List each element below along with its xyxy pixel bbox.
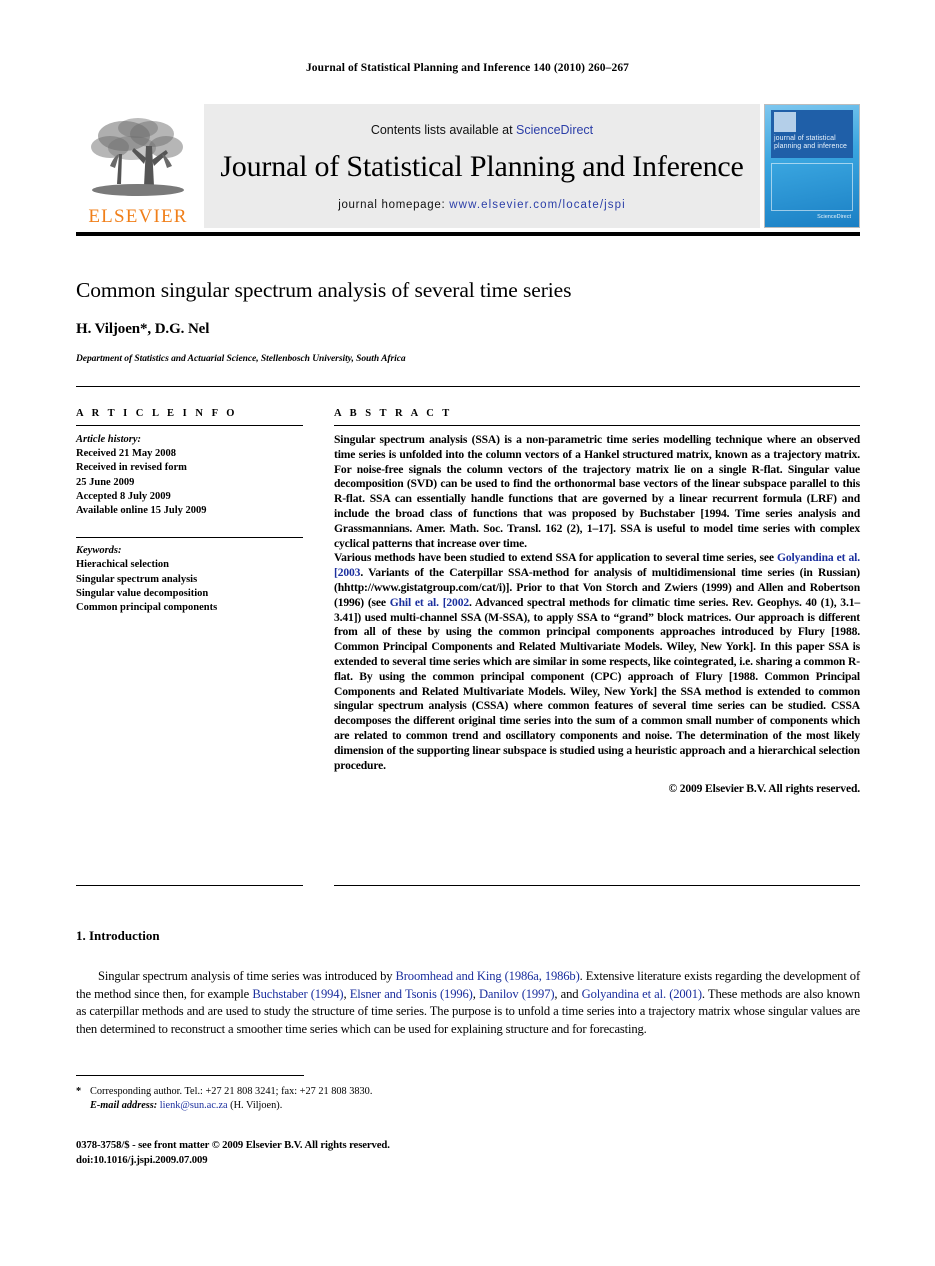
citation-broomhead-king[interactable]: Broomhead and King (1986a, 1986b) (396, 969, 580, 983)
column-gap (303, 408, 334, 797)
abstract-paragraph-1: Singular spectrum analysis (SSA) is a no… (334, 433, 860, 550)
email-address-label: E-mail address: (90, 1100, 158, 1111)
abstract-rule (334, 425, 860, 426)
info-abstract-columns: A R T I C L E I N F O Article history: R… (76, 408, 860, 797)
introduction-paragraph: Singular spectrum analysis of time serie… (76, 968, 860, 1038)
citation-golyandina-2001[interactable]: Golyandina et al. (2001) (582, 987, 702, 1001)
citation-ghil-2002[interactable]: Ghil et al. [2002 (390, 596, 469, 609)
cover-journal-name: journal of statistical planning and infe… (774, 135, 848, 150)
citation-elsner-tsonis-1996[interactable]: Elsner and Tsonis (1996) (350, 987, 473, 1001)
footnote-star-marker: * (76, 1086, 82, 1097)
keyword-item: Common principal components (76, 602, 218, 614)
history-line: Accepted 8 July 2009 (76, 490, 171, 502)
citation-buchstaber-1994[interactable]: Buchstaber (1994) (252, 987, 343, 1001)
author-list: H. Viljoen*, D.G. Nel (76, 320, 210, 337)
journal-homepage-line: journal homepage: www.elsevier.com/locat… (338, 199, 626, 211)
journal-cover-thumbnail: journal of statistical planning and infe… (764, 104, 860, 228)
journal-title: Journal of Statistical Planning and Infe… (220, 150, 744, 183)
introduction-heading: 1. Introduction (76, 928, 160, 943)
cover-sciencedirect-badge: ScienceDirect (817, 214, 851, 220)
contents-prefix: Contents lists available at (370, 123, 517, 137)
paper-page: Journal of Statistical Planning and Infe… (0, 0, 935, 1266)
abstract-p2-c: . Advanced spectral methods for climatic… (334, 595, 860, 772)
keyword-item: Singular value decomposition (76, 587, 209, 599)
abstract-bottom-rule (334, 885, 860, 886)
email-owner: (H. Viljoen). (227, 1100, 283, 1111)
journal-masthead: ELSEVIER Contents lists available at Sci… (76, 104, 860, 228)
abstract-p2-a: Various methods have been studied to ext… (334, 551, 778, 565)
homepage-prefix: journal homepage: (338, 199, 450, 211)
keywords-label: Keywords: (76, 545, 122, 557)
elsevier-tree-icon (91, 118, 184, 196)
imprint-block: 0378-3758/$ - see front matter © 2009 El… (76, 1138, 390, 1167)
article-history-label: Article history: (76, 434, 142, 445)
history-line: Received in revised form (76, 462, 187, 474)
issn-copyright-line: 0378-3758/$ - see front matter © 2009 El… (76, 1139, 390, 1151)
corresponding-author-note: * Corresponding author. Tel.: +27 21 808… (76, 1085, 676, 1099)
email-note: E-mail address: lienk@sun.ac.za (H. Vilj… (76, 1099, 676, 1113)
intro-text-5: , and (554, 986, 582, 1001)
page-title: Common singular spectrum analysis of sev… (76, 278, 572, 302)
keyword-item: Singular spectrum analysis (76, 573, 198, 585)
abstract-section-top-rule (76, 386, 860, 387)
affiliation: Department of Statistics and Actuarial S… (76, 353, 406, 364)
article-info-heading: A R T I C L E I N F O (76, 408, 238, 419)
sciencedirect-link[interactable]: ScienceDirect (516, 123, 593, 137)
keyword-item: Hierachical selection (76, 559, 170, 571)
article-info-rule (76, 425, 303, 426)
history-line: 25 June 2009 (76, 476, 135, 488)
cover-elsevier-icon (774, 112, 796, 132)
doi-line: doi:10.1016/j.jspi.2009.07.009 (76, 1153, 208, 1166)
email-link[interactable]: lienk@sun.ac.za (160, 1100, 228, 1111)
abstract-column: A B S T R A C T Singular spectrum analys… (334, 408, 860, 797)
contents-available-line: Contents lists available at ScienceDirec… (371, 123, 593, 137)
history-line: Available online 15 July 2009 (76, 505, 207, 517)
footnotes: * Corresponding author. Tel.: +27 21 808… (76, 1085, 676, 1113)
intro-text-1: Singular spectrum analysis of time serie… (98, 969, 396, 983)
abstract-paragraph-2: Various methods have been studied to ext… (334, 551, 860, 773)
masthead-bottom-rule (76, 232, 860, 236)
running-head: Journal of Statistical Planning and Infe… (305, 62, 630, 74)
journal-homepage-link[interactable]: www.elsevier.com/locate/jspi (449, 199, 626, 211)
abstract-heading: A B S T R A C T (334, 408, 453, 419)
introduction-section: 1. Introduction Singular spectrum analys… (76, 928, 860, 1038)
abstract-copyright: © 2009 Elsevier B.V. All rights reserved… (668, 782, 860, 796)
elsevier-logo: ELSEVIER (76, 104, 200, 228)
article-info-column: A R T I C L E I N F O Article history: R… (76, 408, 303, 797)
citation-danilov-1997[interactable]: Danilov (1997) (479, 987, 555, 1001)
keywords-rule (76, 537, 303, 539)
corresponding-author-text: Corresponding author. Tel.: +27 21 808 3… (90, 1086, 373, 1097)
abstract-text: Singular spectrum analysis (SSA) is a no… (334, 433, 860, 797)
journal-band: Contents lists available at ScienceDirec… (204, 104, 760, 228)
footnote-rule (76, 1075, 304, 1076)
article-info-bottom-rule (76, 885, 303, 886)
cover-panel (771, 163, 853, 211)
title-block: Common singular spectrum analysis of sev… (76, 278, 860, 364)
elsevier-wordmark: ELSEVIER (88, 206, 188, 227)
history-line: Received 21 May 2008 (76, 448, 177, 460)
